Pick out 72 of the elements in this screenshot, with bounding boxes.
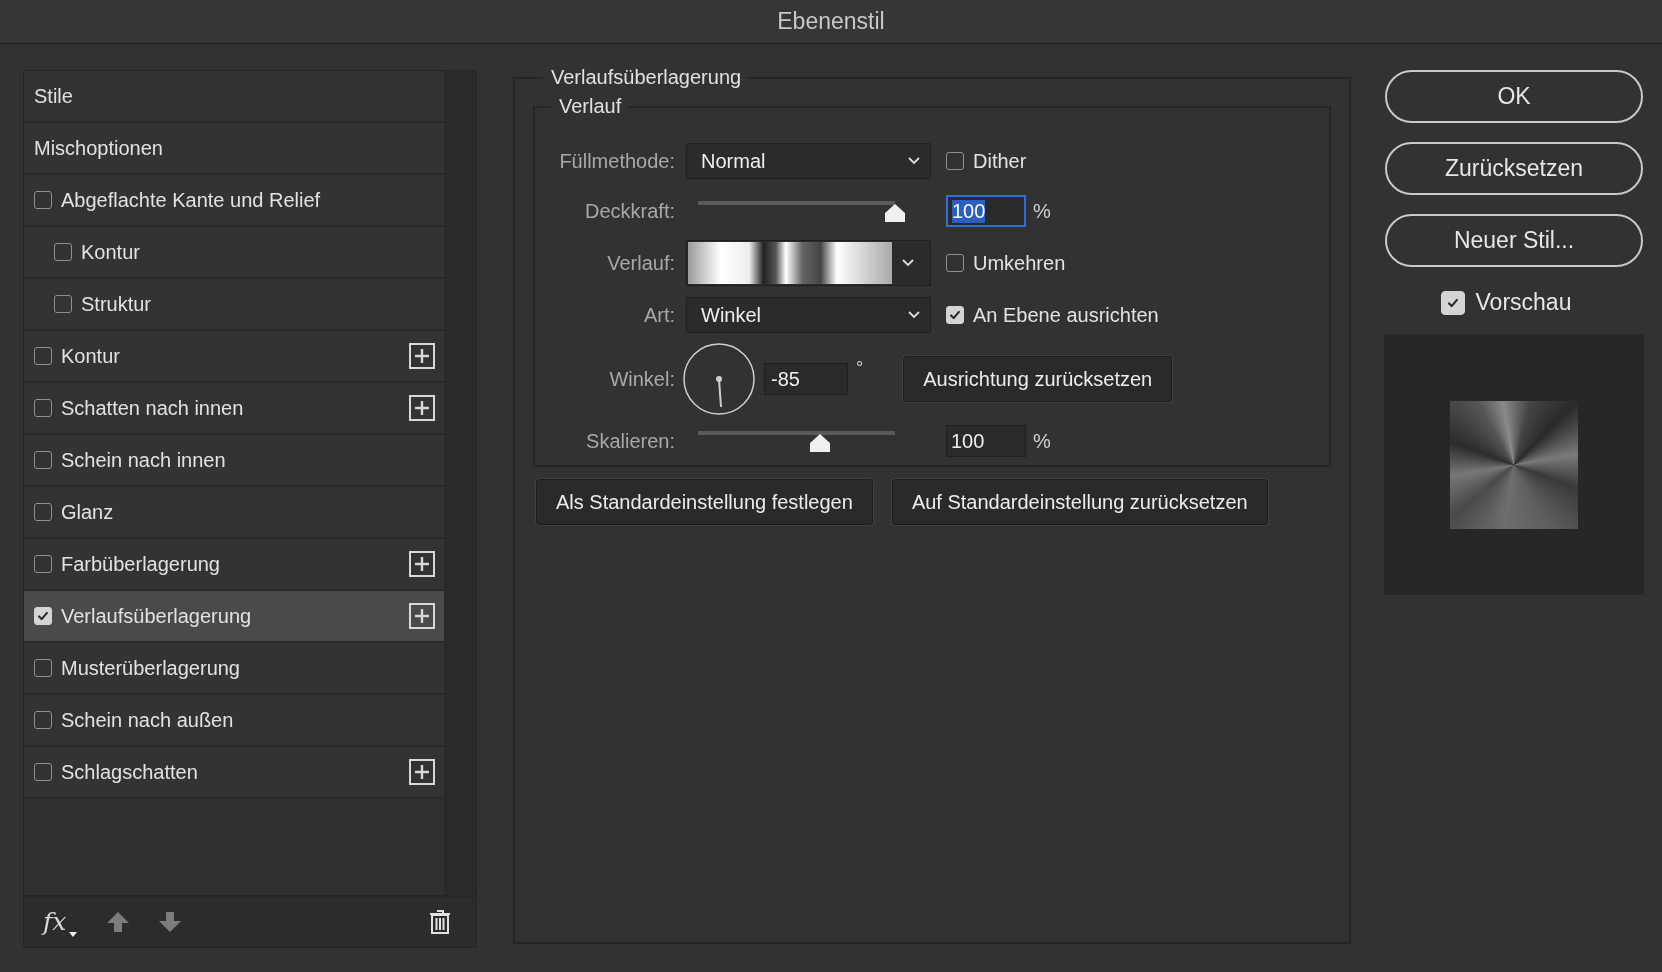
- field-label: Art:: [642, 303, 675, 327]
- move-up-icon[interactable]: [106, 910, 131, 934]
- default-button[interactable]: Auf Standardeinstellung zurücksetzen: [891, 479, 1268, 525]
- gradient-picker[interactable]: [686, 240, 931, 286]
- angle-field[interactable]: -85: [764, 363, 848, 395]
- checkbox[interactable]: [34, 711, 52, 729]
- slider-thumb[interactable]: [809, 433, 832, 453]
- checkbox[interactable]: [34, 659, 52, 677]
- effect-label: Glanz: [61, 500, 115, 524]
- checkbox[interactable]: [34, 191, 52, 209]
- caret-icon: [908, 157, 920, 165]
- checkbox[interactable]: [34, 451, 52, 469]
- dialog-button[interactable]: Zurücksetzen: [1385, 142, 1643, 195]
- effect-label: Schein nach innen: [61, 448, 227, 472]
- checkbox[interactable]: [34, 555, 52, 573]
- add-icon[interactable]: [409, 343, 435, 369]
- field-label: Skalieren:: [585, 429, 675, 453]
- fx-button[interactable]: fx: [41, 905, 79, 939]
- field-label: Winkel:: [608, 367, 675, 391]
- checkmark-icon: [948, 308, 962, 322]
- field-label: Verlauf:: [606, 251, 675, 275]
- add-icon[interactable]: [409, 551, 435, 577]
- caret-icon: [69, 932, 78, 937]
- checkbox-label: Dither: [973, 149, 1027, 173]
- style-list-item[interactable]: Verlaufsüberlagerung: [24, 591, 444, 643]
- group-title: Verlauf: [558, 95, 623, 118]
- effect-label: Schein nach außen: [61, 708, 235, 732]
- effect-label: Kontur: [61, 344, 121, 368]
- effect-label: Schatten nach innen: [61, 396, 245, 420]
- effect-label: Struktur: [81, 292, 153, 316]
- delete-icon[interactable]: [429, 910, 451, 934]
- effect-label: Schlagschatten: [61, 760, 199, 784]
- field-label: Deckkraft:: [583, 199, 675, 223]
- effect-label: Verlaufsüberlagerung: [61, 604, 253, 628]
- checkbox[interactable]: [34, 347, 52, 365]
- slider-thumb[interactable]: [884, 203, 906, 223]
- angle-dial[interactable]: [683, 343, 755, 415]
- checkmark-icon: [36, 609, 50, 623]
- field-label: Füllmethode:: [558, 149, 675, 173]
- caret-icon: [908, 311, 920, 319]
- unit-label: %: [1033, 429, 1051, 453]
- checkbox[interactable]: [54, 295, 72, 313]
- effect-label: Musterüberlagerung: [61, 656, 241, 680]
- section-title: Verlaufsüberlagerung: [550, 66, 743, 89]
- effect-label: Farbüberlagerung: [61, 552, 221, 576]
- checkbox[interactable]: [34, 503, 52, 521]
- checkbox[interactable]: [946, 254, 964, 272]
- checkbox[interactable]: [34, 399, 52, 417]
- unit-label: %: [1033, 199, 1051, 223]
- checkbox[interactable]: [34, 763, 52, 781]
- checkbox[interactable]: [54, 243, 72, 261]
- style-dropdown[interactable]: Winkel: [686, 297, 931, 333]
- default-button[interactable]: Als Standardeinstellung festlegen: [536, 479, 873, 525]
- checkbox[interactable]: [946, 152, 964, 170]
- reset-alignment-button[interactable]: Ausrichtung zurücksetzen: [903, 356, 1173, 402]
- add-icon[interactable]: [409, 603, 435, 629]
- number-field[interactable]: 100: [946, 425, 1026, 457]
- blend-mode-dropdown[interactable]: Normal: [686, 143, 931, 179]
- number-field[interactable]: 100: [946, 195, 1026, 227]
- move-down-icon[interactable]: [158, 910, 183, 934]
- add-icon[interactable]: [409, 759, 435, 785]
- dialog-button[interactable]: OK: [1385, 70, 1643, 123]
- add-icon[interactable]: [409, 395, 435, 421]
- unit-label: °: [856, 358, 864, 379]
- checkbox-label: Umkehren: [973, 251, 1066, 275]
- window-title: Ebenenstil: [777, 8, 885, 35]
- caret-icon: [902, 259, 914, 267]
- checkbox-label: An Ebene ausrichten: [973, 303, 1159, 327]
- effect-label: Kontur: [81, 240, 141, 264]
- effect-label: Abgeflachte Kante und Relief: [61, 188, 322, 212]
- checkbox-label: Vorschau: [1475, 289, 1572, 316]
- dialog-button[interactable]: Neuer Stil...: [1385, 214, 1643, 267]
